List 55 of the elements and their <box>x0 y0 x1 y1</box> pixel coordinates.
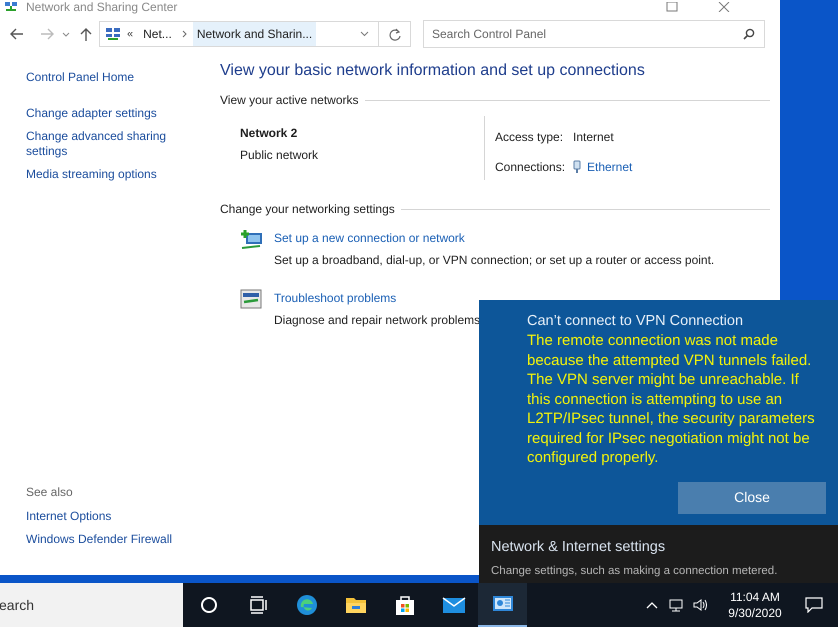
ethernet-icon <box>573 160 581 174</box>
close-icon <box>718 2 730 12</box>
sidebar-link[interactable]: Internet Options <box>26 509 220 524</box>
notification-title: Can’t connect to VPN Connection <box>527 312 744 331</box>
ethernet-link[interactable]: Ethernet <box>573 158 632 176</box>
chevron-down-icon <box>62 32 70 36</box>
settings-description: Set up a broadband, dial-up, or VPN connection; or set up a router or access point. <box>274 252 714 269</box>
sidebar-link[interactable]: Control Panel Home <box>26 70 176 85</box>
breadcrumb[interactable]: Net... <box>139 22 176 46</box>
settings-description: Change settings, such as making a connection metered. <box>491 564 778 579</box>
up-arrow-icon <box>80 27 92 41</box>
connections-label: Connections: <box>495 159 566 176</box>
taskbar-app-button[interactable] <box>478 583 527 627</box>
sidebar-link[interactable]: Windows Defender Firewall <box>26 532 220 547</box>
time-text: 11:04 AM <box>730 589 780 605</box>
search-field[interactable]: Search Control Panel <box>423 20 765 48</box>
address-bar[interactable]: « Net... Network and Sharin... <box>99 21 411 47</box>
control-panel-icon <box>105 27 121 41</box>
sidebar-link[interactable]: Media streaming options <box>26 167 176 182</box>
chevron-down-icon <box>360 31 368 37</box>
network-icon <box>669 598 683 612</box>
browser-icon <box>294 593 318 617</box>
maximize-icon <box>666 2 678 12</box>
chevron-right-icon <box>182 30 187 38</box>
search-icon <box>743 28 755 40</box>
message-icon <box>805 597 823 613</box>
back-arrow-icon <box>10 28 24 40</box>
date-text: 9/30/2020 <box>728 605 782 621</box>
page-heading: View your basic network information and set up connections <box>220 61 646 81</box>
settings-footer[interactable]: Network & Internet settings Change settings, such as making a connection metered. <box>479 525 838 583</box>
sidebar-link[interactable]: Change advanced sharing settings <box>26 129 176 159</box>
sidebar-link[interactable]: Change adapter settings <box>26 106 176 121</box>
notification-message: The remote connection was not made because the attempted VPN tunnels failed. The VPN server might be unreachable. If this connection is attempting to use an L2TP/IPsec tunnel, the security parameters required for IPsec negotiation might not be configured properly. <box>527 331 816 468</box>
section-heading: Change your networking settings <box>220 201 395 218</box>
settings-link[interactable]: Troubleshoot problems <box>274 289 480 307</box>
refresh-icon <box>388 28 400 40</box>
forward-arrow-icon <box>40 28 54 40</box>
access-type-label: Access type: <box>495 129 564 146</box>
settings-title: Network & Internet settings <box>491 538 666 557</box>
clock-button[interactable]: 11:04 AM 9/30/2020 <box>720 583 790 627</box>
breadcrumb[interactable]: Network and Sharin... <box>192 22 316 46</box>
see-also-heading: See also <box>26 484 74 501</box>
close-button[interactable]: Close <box>678 482 826 514</box>
network-icon <box>4 1 18 13</box>
network-name: Network 2 <box>240 125 298 142</box>
window-title: Network and Sharing Center <box>26 1 178 13</box>
settings-link[interactable]: Set up a new connection or network <box>274 229 714 247</box>
section-heading: View your active networks <box>220 92 359 109</box>
monitor-icon <box>240 289 264 311</box>
monitor-plus-icon <box>240 229 264 251</box>
speaker-icon <box>693 598 707 612</box>
settings-description: Diagnose and repair network problems <box>274 312 480 329</box>
access-type-value: Internet <box>573 129 615 146</box>
network-category: Public network <box>240 147 320 164</box>
breadcrumb-overflow[interactable]: « <box>127 26 134 42</box>
